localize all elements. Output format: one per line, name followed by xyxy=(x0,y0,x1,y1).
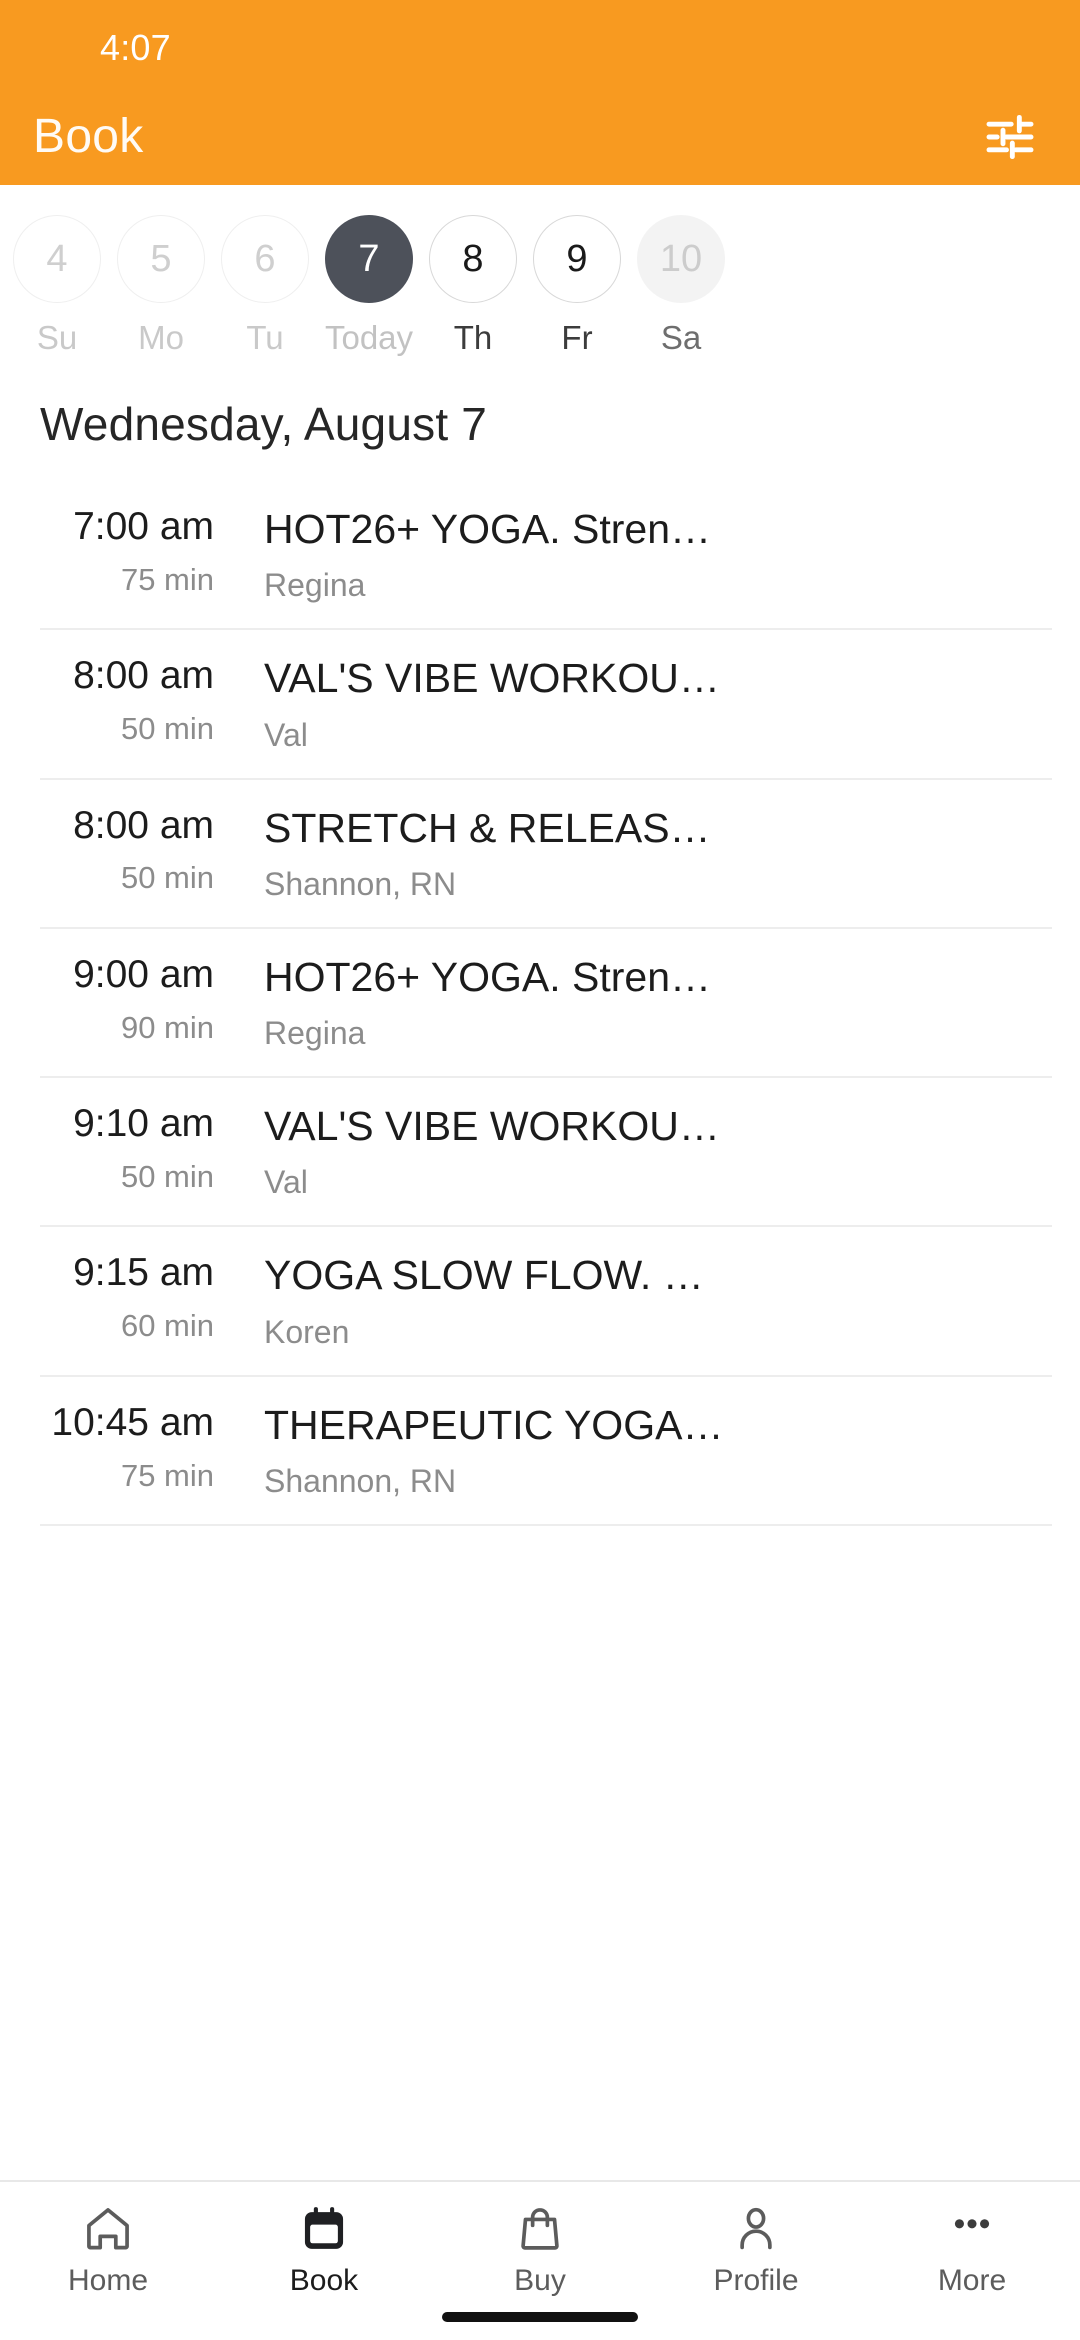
ellipsis-icon xyxy=(946,2200,998,2258)
date-chip-7-selected[interactable]: 7 Today xyxy=(317,215,421,357)
status-bar-clock: 4:07 xyxy=(100,26,171,68)
class-title: HOT26+ YOGA. Strength… xyxy=(264,507,727,552)
class-time-column: 9:15 am 60 min xyxy=(40,1251,222,1344)
class-time: 7:00 am xyxy=(73,505,214,548)
date-chip-6[interactable]: 6 Tu xyxy=(213,215,317,357)
class-time: 9:15 am xyxy=(73,1251,214,1295)
class-duration: 90 min xyxy=(120,1009,214,1045)
date-number: 6 xyxy=(221,215,309,303)
person-icon xyxy=(730,2200,782,2258)
date-daylabel: Fr xyxy=(561,319,593,356)
nav-tab-label: Book xyxy=(289,2264,359,2297)
class-instructor: Val xyxy=(264,1164,308,1201)
nav-tab-label: More xyxy=(937,2264,1007,2297)
nav-tab-label: Buy xyxy=(514,2264,566,2297)
date-number: 10 xyxy=(637,215,725,303)
class-time: 8:00 am xyxy=(73,654,214,698)
class-info-column: VAL'S VIBE WORKOUT. … Val xyxy=(222,656,1052,753)
date-chip-5[interactable]: 5 Mo xyxy=(109,215,213,357)
app-bar: Book xyxy=(0,88,1080,185)
class-time-column: 10:45 am 75 min xyxy=(40,1400,222,1494)
class-time: 10:45 am xyxy=(51,1400,214,1444)
date-chip-4[interactable]: 4 Su xyxy=(5,215,109,357)
class-time-column: 9:10 am 50 min xyxy=(40,1102,222,1195)
home-icon xyxy=(82,2200,134,2258)
class-title: VAL'S VIBE WORKOUT. … xyxy=(264,656,727,701)
class-title: HOT26+ YOGA. Strength… xyxy=(264,954,727,1000)
date-strip[interactable]: 4 Su 5 Mo 6 Tu 7 Today 8 Th 9 Fr 10 Sa xyxy=(0,185,1080,375)
class-instructor: Shannon, RN xyxy=(264,1462,457,1499)
date-number: 8 xyxy=(429,215,517,303)
class-info-column: YOGA SLOW FLOW. Ge… Koren xyxy=(222,1253,1052,1350)
class-list-item[interactable]: 8:00 am 50 min VAL'S VIBE WORKOUT. … Val xyxy=(40,630,1052,780)
class-time: 9:00 am xyxy=(73,952,214,996)
class-time: 8:00 am xyxy=(73,803,214,847)
class-info-column: THERAPEUTIC YOGA. A… Shannon, RN xyxy=(222,1403,1052,1500)
class-list[interactable]: 7:00 am 75 min HOT26+ YOGA. Strength… Re… xyxy=(0,451,1080,2180)
home-gesture-bar[interactable] xyxy=(442,2312,638,2322)
class-time-column: 8:00 am 50 min xyxy=(40,654,222,747)
class-title: VAL'S VIBE WORKOUT. … xyxy=(264,1104,727,1149)
nav-tab-more[interactable]: More xyxy=(864,2200,1080,2298)
class-info-column: STRETCH & RELEASE. … Shannon, RN xyxy=(222,806,1052,903)
date-chip-10[interactable]: 10 Sa xyxy=(629,215,733,357)
class-instructor: Shannon, RN xyxy=(264,865,457,902)
class-duration: 50 min xyxy=(120,860,214,896)
class-list-item[interactable]: 7:00 am 75 min HOT26+ YOGA. Strength… Re… xyxy=(40,481,1052,631)
nav-tab-label: Profile xyxy=(713,2264,799,2297)
nav-tab-label: Home xyxy=(67,2264,149,2297)
date-daylabel: Tu xyxy=(246,319,284,356)
class-time: 9:10 am xyxy=(73,1102,214,1146)
date-daylabel: Mo xyxy=(138,319,184,356)
class-info-column: HOT26+ YOGA. Strength… Regina xyxy=(222,955,1052,1052)
class-duration: 50 min xyxy=(120,711,214,747)
bag-icon xyxy=(514,2200,566,2258)
date-chip-8[interactable]: 8 Th xyxy=(421,215,525,357)
app-header: 4:07 Book xyxy=(0,0,1080,185)
class-time-column: 9:00 am 90 min xyxy=(40,952,222,1046)
nav-tab-buy[interactable]: Buy xyxy=(432,2200,648,2298)
class-time-column: 7:00 am 75 min xyxy=(40,505,222,598)
class-title: STRETCH & RELEASE. … xyxy=(264,805,727,850)
date-daylabel: Su xyxy=(36,319,78,356)
class-list-item[interactable]: 10:45 am 75 min THERAPEUTIC YOGA. A… Sha… xyxy=(40,1377,1052,1526)
tune-icon[interactable] xyxy=(982,109,1038,165)
status-bar: 4:07 xyxy=(0,0,1080,95)
class-duration: 60 min xyxy=(120,1308,214,1344)
class-title: YOGA SLOW FLOW. Ge… xyxy=(264,1253,727,1298)
nav-tab-home[interactable]: Home xyxy=(0,2200,216,2298)
class-list-item[interactable]: 8:00 am 50 min STRETCH & RELEASE. … Shan… xyxy=(40,780,1052,929)
class-time-column: 8:00 am 50 min xyxy=(40,803,222,897)
class-duration: 75 min xyxy=(120,561,214,597)
nav-tab-book[interactable]: Book xyxy=(216,2200,432,2298)
nav-tab-profile[interactable]: Profile xyxy=(648,2200,864,2298)
date-daylabel: Th xyxy=(453,319,493,356)
date-number: 4 xyxy=(13,215,101,303)
class-instructor: Regina xyxy=(264,567,366,604)
date-number: 9 xyxy=(533,215,621,303)
date-daylabel: Sa xyxy=(660,319,702,356)
class-list-item[interactable]: 9:15 am 60 min YOGA SLOW FLOW. Ge… Koren xyxy=(40,1227,1052,1377)
app-screen: 4:07 Book 4 Su 5 Mo 6 Tu 7 Today 8 Th 9 … xyxy=(0,0,1080,2340)
class-info-column: VAL'S VIBE WORKOUT. … Val xyxy=(222,1104,1052,1201)
class-instructor: Koren xyxy=(264,1313,350,1350)
class-title: THERAPEUTIC YOGA. A… xyxy=(264,1402,727,1447)
date-number: 5 xyxy=(117,215,205,303)
page-title: Book xyxy=(33,110,144,163)
class-instructor: Regina xyxy=(264,1015,366,1052)
class-list-item[interactable]: 9:00 am 90 min HOT26+ YOGA. Strength… Re… xyxy=(40,929,1052,1079)
calendar-icon xyxy=(298,2200,350,2258)
class-list-item[interactable]: 9:10 am 50 min VAL'S VIBE WORKOUT. … Val xyxy=(40,1078,1052,1228)
date-daylabel: Today xyxy=(324,319,414,356)
class-instructor: Val xyxy=(264,716,308,753)
class-duration: 50 min xyxy=(120,1159,214,1194)
date-number: 7 xyxy=(325,215,413,303)
class-info-column: HOT26+ YOGA. Strength… Regina xyxy=(222,507,1052,604)
class-duration: 75 min xyxy=(120,1457,214,1493)
selected-date-heading: Wednesday, August 7 xyxy=(40,398,488,450)
date-chip-9[interactable]: 9 Fr xyxy=(525,215,629,357)
